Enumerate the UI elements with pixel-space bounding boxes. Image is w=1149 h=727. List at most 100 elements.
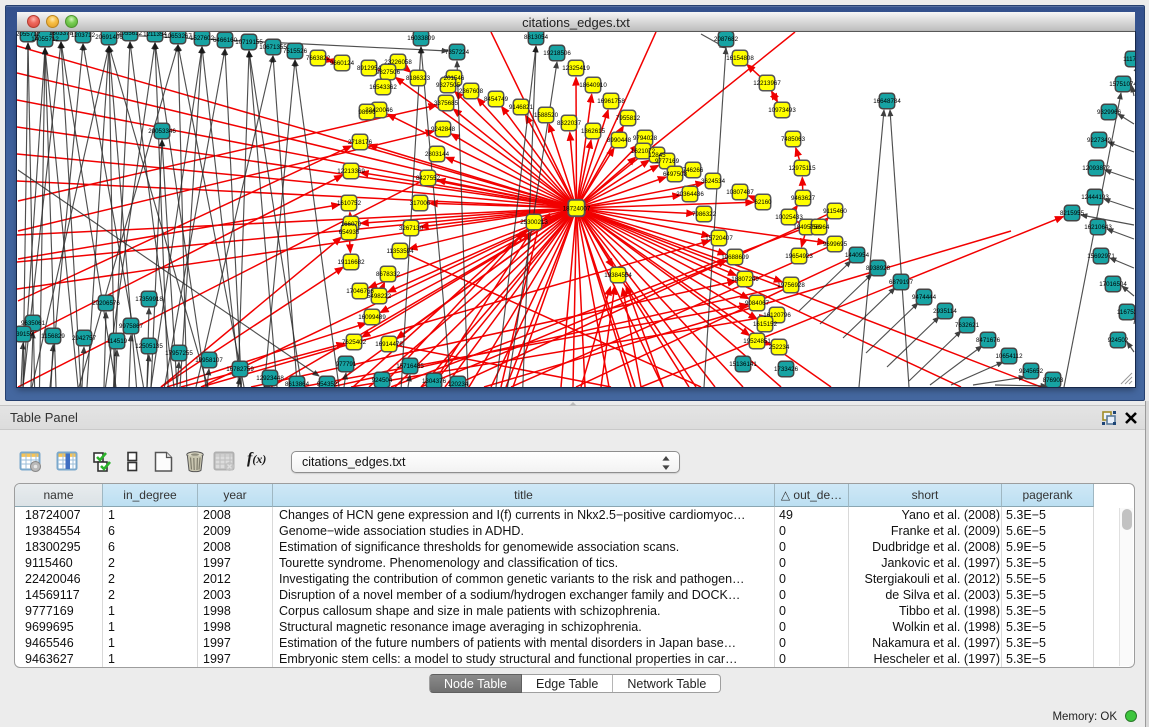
svg-text:1440954: 1440954: [845, 252, 870, 259]
svg-text:10958107: 10958107: [195, 357, 223, 364]
svg-text:12213967: 12213967: [753, 80, 781, 87]
svg-text:9055612: 9055612: [118, 32, 143, 37]
svg-text:9794028: 9794028: [633, 135, 658, 142]
svg-text:8427552: 8427552: [416, 175, 441, 182]
svg-text:7515526: 7515526: [283, 48, 308, 55]
svg-text:23226058: 23226058: [384, 59, 412, 66]
svg-text:9474444: 9474444: [912, 294, 937, 301]
svg-text:9327505: 9327505: [436, 82, 461, 89]
svg-text:8471676: 8471676: [976, 337, 1001, 344]
svg-text:120234: 120234: [448, 381, 469, 387]
svg-text:7986322: 7986322: [692, 211, 717, 218]
svg-text:114519: 114519: [107, 338, 128, 345]
svg-text:16961758: 16961758: [597, 98, 625, 105]
svg-text:19756928: 19756928: [777, 282, 805, 289]
svg-text:10653267: 10653267: [164, 33, 192, 40]
svg-text:111754: 111754: [1123, 56, 1135, 63]
svg-text:10025433: 10025433: [775, 214, 803, 221]
svg-text:12213369: 12213369: [337, 168, 365, 175]
svg-text:16099489: 16099489: [358, 314, 386, 321]
svg-text:8678332: 8678332: [376, 271, 401, 278]
svg-text:6466160: 6466160: [213, 37, 238, 44]
svg-text:18807249: 18807249: [731, 276, 759, 283]
svg-text:12975115: 12975115: [788, 165, 816, 172]
svg-text:8322037: 8322037: [557, 120, 582, 127]
svg-text:166070: 166070: [341, 221, 362, 228]
svg-text:16210643: 16210643: [1084, 224, 1112, 231]
svg-text:98996: 98996: [358, 109, 376, 116]
svg-text:9635061: 9635061: [21, 320, 46, 327]
svg-text:8186323: 8186323: [406, 75, 431, 82]
svg-text:12444193: 12444193: [1081, 194, 1109, 201]
svg-text:12923448: 12923448: [256, 375, 284, 382]
svg-text:9975867: 9975867: [119, 323, 144, 330]
svg-text:18724007: 18724007: [563, 205, 591, 212]
svg-text:3267130: 3267130: [399, 225, 424, 232]
svg-text:939159: 939159: [17, 331, 34, 338]
svg-text:8813054: 8813054: [524, 34, 549, 41]
svg-text:19524851: 19524851: [743, 338, 771, 345]
svg-text:15751074: 15751074: [1109, 81, 1135, 88]
svg-text:1603378: 1603378: [49, 32, 74, 37]
svg-text:16033809: 16033809: [407, 35, 435, 42]
svg-text:16120796: 16120796: [763, 312, 791, 319]
svg-text:15136141: 15136141: [729, 361, 757, 368]
svg-text:9115460: 9115460: [823, 208, 847, 215]
svg-text:1733426: 1733426: [774, 366, 799, 373]
svg-text:7663822: 7663822: [306, 55, 331, 62]
svg-text:2087682: 2087682: [714, 36, 739, 43]
svg-text:7485063: 7485063: [781, 136, 806, 143]
svg-text:19116682: 19116682: [337, 259, 365, 266]
svg-text:954352: 954352: [317, 381, 338, 387]
svg-text:6879197: 6879197: [889, 279, 914, 286]
svg-text:924504: 924504: [372, 377, 393, 384]
svg-text:8990448: 8990448: [607, 137, 632, 144]
svg-text:7632621: 7632621: [955, 322, 980, 329]
svg-text:16543362: 16543362: [369, 84, 397, 91]
svg-text:16914479: 16914479: [375, 341, 403, 348]
svg-text:2935114: 2935114: [933, 308, 957, 315]
svg-text:317006: 317006: [410, 200, 431, 207]
svg-text:12505135: 12505135: [135, 343, 163, 350]
svg-text:8215955: 8215955: [1060, 210, 1085, 217]
svg-text:12325419: 12325419: [562, 65, 590, 72]
svg-text:1615152: 1615152: [753, 321, 778, 328]
svg-text:9463627: 9463627: [791, 195, 816, 202]
svg-text:1362615: 1362615: [581, 128, 606, 135]
svg-text:25300213: 25300213: [520, 219, 548, 226]
svg-text:1304376: 1304376: [422, 378, 447, 385]
svg-text:1588520: 1588520: [534, 112, 559, 119]
svg-text:1610752: 1610752: [337, 200, 362, 207]
svg-text:20053346: 20053346: [148, 128, 176, 135]
svg-text:15720407: 15720407: [705, 235, 733, 242]
svg-text:12093872: 12093872: [1082, 165, 1110, 172]
svg-text:924502: 924502: [1108, 337, 1129, 344]
svg-text:1203712: 1203712: [71, 32, 96, 39]
svg-text:62160: 62160: [754, 199, 772, 206]
svg-text:7357224: 7357224: [445, 49, 470, 56]
svg-text:11353594: 11353594: [386, 248, 414, 255]
svg-text:10688609: 10688609: [721, 254, 749, 261]
svg-text:20206576: 20206576: [92, 300, 120, 307]
svg-text:9777169: 9777169: [655, 158, 680, 165]
svg-text:3624534: 3624534: [701, 178, 726, 185]
svg-text:20364436: 20364436: [676, 191, 704, 198]
svg-text:15716485: 15716485: [396, 363, 424, 370]
svg-text:16782759: 16782759: [226, 366, 254, 373]
svg-text:7955812: 7955812: [616, 115, 641, 122]
svg-text:7625402: 7625402: [342, 339, 367, 346]
svg-text:756964: 756964: [809, 224, 830, 231]
svg-text:977791: 977791: [336, 361, 357, 368]
svg-text:9242848: 9242848: [431, 126, 456, 133]
svg-text:9227349: 9227349: [1087, 137, 1112, 144]
svg-text:10807487: 10807487: [726, 189, 754, 196]
svg-text:201546: 201546: [444, 75, 465, 82]
svg-text:2718176: 2718176: [348, 139, 373, 146]
svg-text:9146821: 9146821: [509, 104, 534, 111]
svg-text:19654923: 19654923: [785, 253, 813, 260]
svg-text:14055712: 14055712: [31, 36, 59, 43]
svg-text:15692971: 15692971: [1087, 253, 1115, 260]
svg-text:5498222: 5498222: [367, 293, 392, 300]
svg-text:116753: 116753: [1117, 309, 1135, 316]
svg-text:9827506: 9827506: [376, 69, 401, 76]
